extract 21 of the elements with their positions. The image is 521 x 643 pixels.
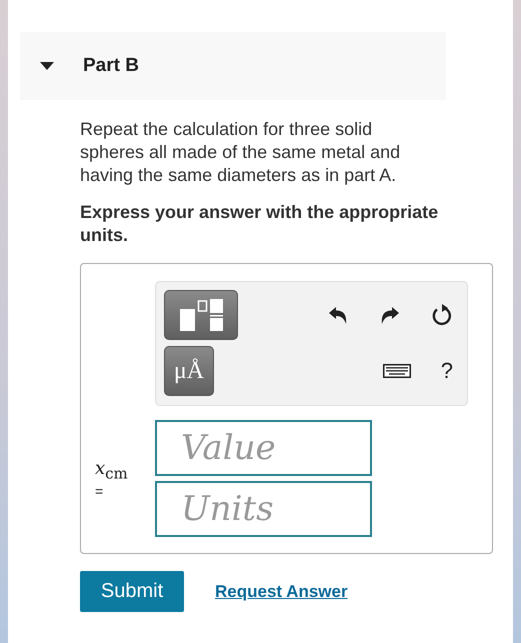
- reset-icon: [431, 303, 453, 327]
- undo-icon: [327, 304, 349, 326]
- help-button[interactable]: ?: [440, 358, 453, 384]
- keyboard-icon: [382, 364, 411, 378]
- question-text: Repeat the calculation for three solid spheres all made of the same metal and having the same diameters as in part A.: [80, 118, 402, 187]
- variable-label: x$_{cm}$: [95, 458, 129, 483]
- part-title: Part B: [83, 55, 139, 77]
- equals-sign: =: [95, 482, 104, 499]
- input-field[interactable]: Units: [155, 481, 372, 537]
- submit-button[interactable]: Submit: [80, 571, 184, 612]
- reset-button[interactable]: [431, 303, 453, 327]
- fraction-template-button[interactable]: [164, 290, 238, 340]
- input-field[interactable]: Value: [155, 420, 372, 476]
- redo-button[interactable]: [379, 304, 401, 326]
- instruction-text: Express your answer with the appropriate units.: [80, 201, 440, 247]
- request-answer-link[interactable]: Request Answer: [215, 582, 348, 602]
- undo-button[interactable]: [327, 304, 349, 326]
- units-button[interactable]: μÅ: [164, 346, 214, 396]
- keyboard-button[interactable]: [382, 364, 411, 378]
- redo-icon: [379, 304, 401, 326]
- part-header[interactable]: Part B: [20, 32, 446, 100]
